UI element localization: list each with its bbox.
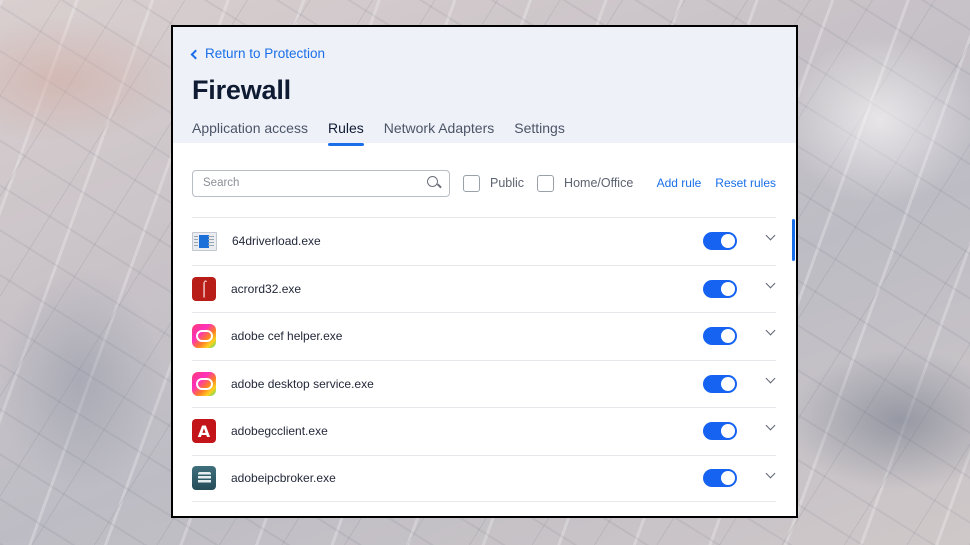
header: Return to Protection Firewall Applicatio… (173, 27, 796, 146)
rule-app-name: adobe desktop service.exe (231, 376, 374, 391)
chevron-left-icon (190, 49, 201, 59)
rule-enabled-toggle[interactable] (703, 279, 737, 298)
tab-rules[interactable]: Rules (327, 120, 364, 146)
page-title: Firewall (192, 75, 291, 105)
rule-app-name: adobe cef helper.exe (231, 329, 343, 344)
return-to-protection-link[interactable]: Return to Protection (190, 46, 326, 61)
firewall-window: Return to Protection Firewall Applicatio… (171, 25, 798, 518)
rule-enabled-toggle[interactable] (703, 232, 737, 251)
filter-home-office: Home/Office (537, 174, 634, 192)
rule-app-name: adobegcclient.exe (231, 424, 328, 439)
tab-network-adapters[interactable]: Network Adapters (384, 120, 495, 144)
chevron-down-icon[interactable] (765, 278, 776, 288)
rule-app-name: adobeipcbroker.exe (231, 471, 336, 486)
public-label: Public (490, 176, 525, 190)
adobe-logo-icon: A (192, 419, 216, 444)
driver-app-icon (192, 231, 217, 251)
add-rule-link[interactable]: Add rule (657, 176, 702, 190)
rule-row: adobeipcbroker.exe (192, 454, 776, 502)
public-checkbox[interactable] (463, 174, 480, 192)
search-icon[interactable] (427, 176, 441, 190)
rule-actions: Add rule Reset rules (657, 176, 776, 190)
back-link-label: Return to Protection (205, 46, 326, 61)
list-scrollbar[interactable] (792, 219, 795, 261)
home-office-label: Home/Office (564, 176, 634, 190)
rule-enabled-toggle[interactable] (703, 374, 737, 393)
chevron-down-icon[interactable] (765, 420, 776, 431)
rule-row: adobe cef helper.exe (192, 312, 776, 360)
search-input[interactable] (203, 177, 427, 189)
tab-application-access[interactable]: Application access (192, 120, 308, 144)
creative-cloud-icon (192, 324, 216, 349)
tab-settings[interactable]: Settings (514, 120, 565, 144)
creative-cloud-icon (192, 371, 216, 396)
rule-enabled-toggle[interactable] (703, 327, 737, 346)
rule-row: adobe desktop service.exe (192, 359, 776, 408)
rules-list: 64driverload.exe ⌠ acrord32.exe adobe ce… (192, 217, 776, 502)
rule-enabled-toggle[interactable] (703, 422, 737, 441)
home-office-checkbox[interactable] (537, 174, 555, 192)
acrobat-reader-icon: ⌠ (192, 276, 216, 301)
rule-enabled-toggle[interactable] (703, 469, 737, 488)
rules-toolbar: Public Home/Office Add rule Reset rules (192, 169, 776, 197)
rule-row: A adobegcclient.exe (192, 407, 776, 455)
rule-row: ⌠ acrord32.exe (192, 264, 776, 313)
chevron-down-icon[interactable] (765, 468, 776, 478)
tab-bar: Application access Rules Network Adapter… (192, 120, 565, 146)
rule-app-name: 64driverload.exe (232, 234, 321, 249)
reset-rules-link[interactable]: Reset rules (715, 176, 776, 190)
chevron-down-icon[interactable] (765, 373, 776, 383)
ipc-broker-icon (192, 466, 216, 491)
rule-app-name: acrord32.exe (231, 281, 302, 296)
rule-row: 64driverload.exe (192, 217, 776, 265)
chevron-down-icon[interactable] (765, 230, 776, 241)
search-box (192, 169, 450, 197)
chevron-down-icon[interactable] (765, 325, 776, 336)
filter-public: Public (463, 174, 525, 192)
